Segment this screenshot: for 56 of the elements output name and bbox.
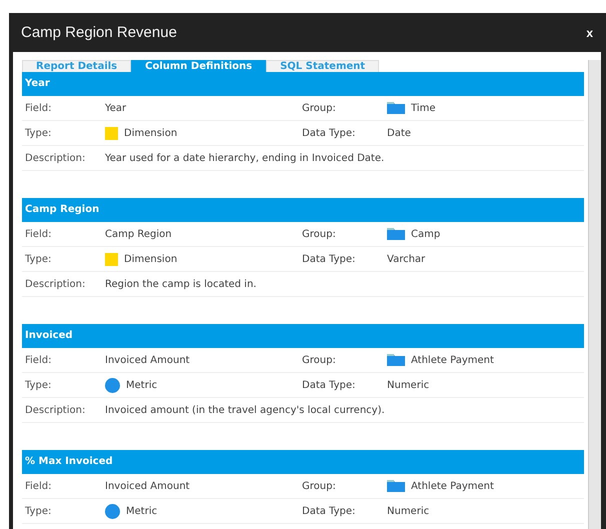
folder-icon bbox=[387, 228, 405, 240]
field-value: Camp Region bbox=[105, 228, 173, 240]
type-label: Type: bbox=[24, 128, 52, 138]
tab[interactable]: SQL Statement bbox=[266, 60, 380, 72]
data-type-label: Data Type: bbox=[302, 506, 356, 516]
data-type-value: Date bbox=[387, 128, 412, 138]
field-label: Field: bbox=[24, 102, 52, 114]
window-title: Camp Region Revenue bbox=[21, 24, 177, 41]
section-header: Year bbox=[22, 72, 584, 96]
type-value: Metric bbox=[126, 506, 158, 516]
data-type-value: Numeric bbox=[387, 506, 430, 516]
square-icon bbox=[105, 252, 118, 266]
circle-icon bbox=[105, 504, 120, 518]
folder-icon bbox=[387, 102, 405, 114]
section-header: % Max Invoiced bbox=[22, 450, 584, 474]
tab[interactable]: Column Definitions bbox=[131, 60, 266, 72]
field-value: Year bbox=[105, 102, 128, 114]
group-value: Camp bbox=[411, 228, 440, 240]
group-value: Athlete Payment bbox=[411, 480, 494, 492]
data-type-value: Varchar bbox=[387, 254, 426, 264]
description-label: Description: bbox=[24, 278, 86, 290]
description-label: Description: bbox=[24, 152, 86, 164]
group-value: Athlete Payment bbox=[411, 354, 494, 366]
group-label: Group: bbox=[302, 102, 337, 114]
field-value: Invoiced Amount bbox=[105, 354, 191, 366]
group-value: Time bbox=[411, 102, 436, 114]
description-value: Region the camp is located in. bbox=[105, 278, 258, 290]
field-label: Field: bbox=[24, 228, 52, 240]
folder-icon bbox=[387, 480, 405, 492]
folder-icon bbox=[387, 354, 405, 366]
circle-icon bbox=[105, 378, 120, 392]
group-label: Group: bbox=[302, 354, 337, 366]
field-label: Field: bbox=[24, 354, 52, 366]
data-type-label: Data Type: bbox=[302, 128, 356, 138]
type-value: Metric bbox=[126, 380, 158, 390]
type-value: Dimension bbox=[124, 254, 178, 264]
data-type-value: Numeric bbox=[387, 380, 430, 390]
section-header: Camp Region bbox=[22, 198, 584, 222]
field-value: Invoiced Amount bbox=[105, 480, 191, 492]
close-button[interactable]: x bbox=[584, 26, 595, 40]
section-header: Invoiced bbox=[22, 324, 584, 348]
data-type-label: Data Type: bbox=[302, 254, 356, 264]
description-value: Invoiced amount (in the travel agency's local currency). bbox=[105, 404, 386, 416]
type-label: Type: bbox=[24, 506, 52, 516]
group-label: Group: bbox=[302, 480, 337, 492]
type-label: Type: bbox=[24, 380, 52, 390]
group-label: Group: bbox=[302, 228, 337, 240]
square-icon bbox=[105, 126, 118, 140]
type-label: Type: bbox=[24, 254, 52, 264]
data-type-label: Data Type: bbox=[302, 380, 356, 390]
scrollbar[interactable] bbox=[588, 60, 601, 529]
type-value: Dimension bbox=[124, 128, 178, 138]
field-label: Field: bbox=[24, 480, 52, 492]
tab[interactable]: Report Details bbox=[22, 60, 132, 72]
description-label: Description: bbox=[24, 404, 86, 416]
description-value: Year used for a date hierarchy, ending in Invoiced Date. bbox=[105, 152, 386, 164]
